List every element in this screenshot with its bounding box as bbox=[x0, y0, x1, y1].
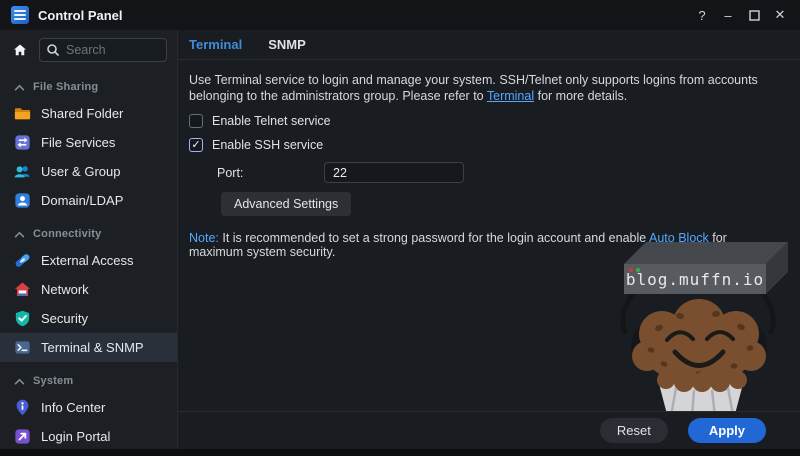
sidebar-item-info-center[interactable]: Info Center bbox=[0, 393, 177, 422]
sidebar-item-label: User & Group bbox=[41, 164, 120, 179]
terminal-description: Use Terminal service to login and manage… bbox=[189, 72, 776, 104]
maximize-button[interactable] bbox=[742, 3, 766, 27]
terminal-link[interactable]: Terminal bbox=[487, 89, 534, 103]
note-text: Note: It is recommended to set a strong … bbox=[189, 231, 776, 259]
info-center-icon bbox=[12, 398, 32, 418]
advanced-settings-button[interactable]: Advanced Settings bbox=[221, 192, 351, 216]
home-button[interactable] bbox=[8, 38, 32, 62]
sidebar-item-login-portal[interactable]: Login Portal bbox=[0, 422, 177, 449]
window-title: Control Panel bbox=[38, 8, 123, 23]
sidebar-item-file-services[interactable]: File Services bbox=[0, 128, 177, 157]
help-button[interactable]: ? bbox=[690, 3, 714, 27]
section-header-connectivity[interactable]: Connectivity bbox=[0, 222, 177, 246]
chevron-up-icon bbox=[14, 378, 25, 385]
shared-folder-icon bbox=[12, 104, 32, 124]
enable-ssh-checkbox[interactable]: ✓ bbox=[189, 138, 203, 152]
telnet-row: Enable Telnet service bbox=[189, 114, 776, 128]
sidebar-item-label: Security bbox=[41, 311, 88, 326]
sidebar-item-label: External Access bbox=[41, 253, 134, 268]
external-access-icon bbox=[12, 251, 32, 271]
chevron-up-icon bbox=[14, 84, 25, 91]
apply-button[interactable]: Apply bbox=[688, 418, 766, 443]
telnet-label: Enable Telnet service bbox=[212, 114, 331, 128]
minimize-button[interactable]: – bbox=[716, 3, 740, 27]
watermark-text: blog.muffn.io bbox=[626, 270, 764, 289]
sidebar-item-user-group[interactable]: User & Group bbox=[0, 157, 177, 186]
sidebar-item-shared-folder[interactable]: Shared Folder bbox=[0, 99, 177, 128]
main-panel: Terminal SNMP Use Terminal service to lo… bbox=[178, 30, 800, 449]
tab-terminal[interactable]: Terminal bbox=[189, 37, 242, 52]
sidebar-item-external-access[interactable]: External Access bbox=[0, 246, 177, 275]
window-bottom-edge bbox=[0, 449, 800, 456]
file-services-icon bbox=[12, 133, 32, 153]
watermark-muffin: blog.muffn.io bbox=[604, 232, 794, 433]
section-header-file-sharing[interactable]: File Sharing bbox=[0, 75, 177, 99]
security-icon bbox=[12, 309, 32, 329]
sidebar-item-label: Shared Folder bbox=[41, 106, 123, 121]
network-icon bbox=[12, 280, 32, 300]
led-red bbox=[629, 268, 633, 272]
sidebar-item-label: Info Center bbox=[41, 400, 105, 415]
tab-bar: Terminal SNMP bbox=[178, 30, 800, 60]
sidebar-item-label: Login Portal bbox=[41, 429, 110, 444]
login-portal-icon bbox=[12, 427, 32, 447]
close-button[interactable]: ✕ bbox=[768, 3, 792, 27]
sidebar-item-label: Domain/LDAP bbox=[41, 193, 123, 208]
sidebar-item-label: File Services bbox=[41, 135, 115, 150]
sidebar-item-terminal-snmp[interactable]: Terminal & SNMP bbox=[0, 333, 177, 362]
titlebar: Control Panel ? – ✕ bbox=[0, 0, 800, 30]
home-icon bbox=[12, 42, 28, 58]
port-row: Port: bbox=[217, 162, 776, 183]
user-group-icon bbox=[12, 162, 32, 182]
chevron-up-icon bbox=[14, 231, 25, 238]
control-panel-icon bbox=[11, 6, 29, 24]
led-green bbox=[636, 268, 640, 272]
domain-ldap-icon bbox=[12, 191, 32, 211]
terminal-icon bbox=[12, 338, 32, 358]
section-header-system[interactable]: System bbox=[0, 369, 177, 393]
reset-button[interactable]: Reset bbox=[600, 418, 668, 443]
auto-block-link[interactable]: Auto Block bbox=[649, 231, 709, 245]
sidebar-item-network[interactable]: Network bbox=[0, 275, 177, 304]
search-box bbox=[39, 38, 167, 62]
port-label: Port: bbox=[217, 166, 324, 180]
sidebar-item-security[interactable]: Security bbox=[0, 304, 177, 333]
tab-snmp[interactable]: SNMP bbox=[268, 37, 306, 52]
sidebar-item-label: Network bbox=[41, 282, 89, 297]
footer-bar: Reset Apply bbox=[178, 411, 800, 449]
control-panel-window: Control Panel ? – ✕ File Sharing bbox=[0, 0, 800, 456]
sidebar-item-label: Terminal & SNMP bbox=[41, 340, 144, 355]
ssh-row: ✓ Enable SSH service bbox=[189, 138, 776, 152]
port-input[interactable] bbox=[324, 162, 464, 183]
sidebar: File Sharing Shared Folder File Services… bbox=[0, 30, 178, 449]
enable-telnet-checkbox[interactable] bbox=[189, 114, 203, 128]
ssh-label: Enable SSH service bbox=[212, 138, 323, 152]
sidebar-item-domain-ldap[interactable]: Domain/LDAP bbox=[0, 186, 177, 215]
search-icon bbox=[46, 43, 60, 57]
